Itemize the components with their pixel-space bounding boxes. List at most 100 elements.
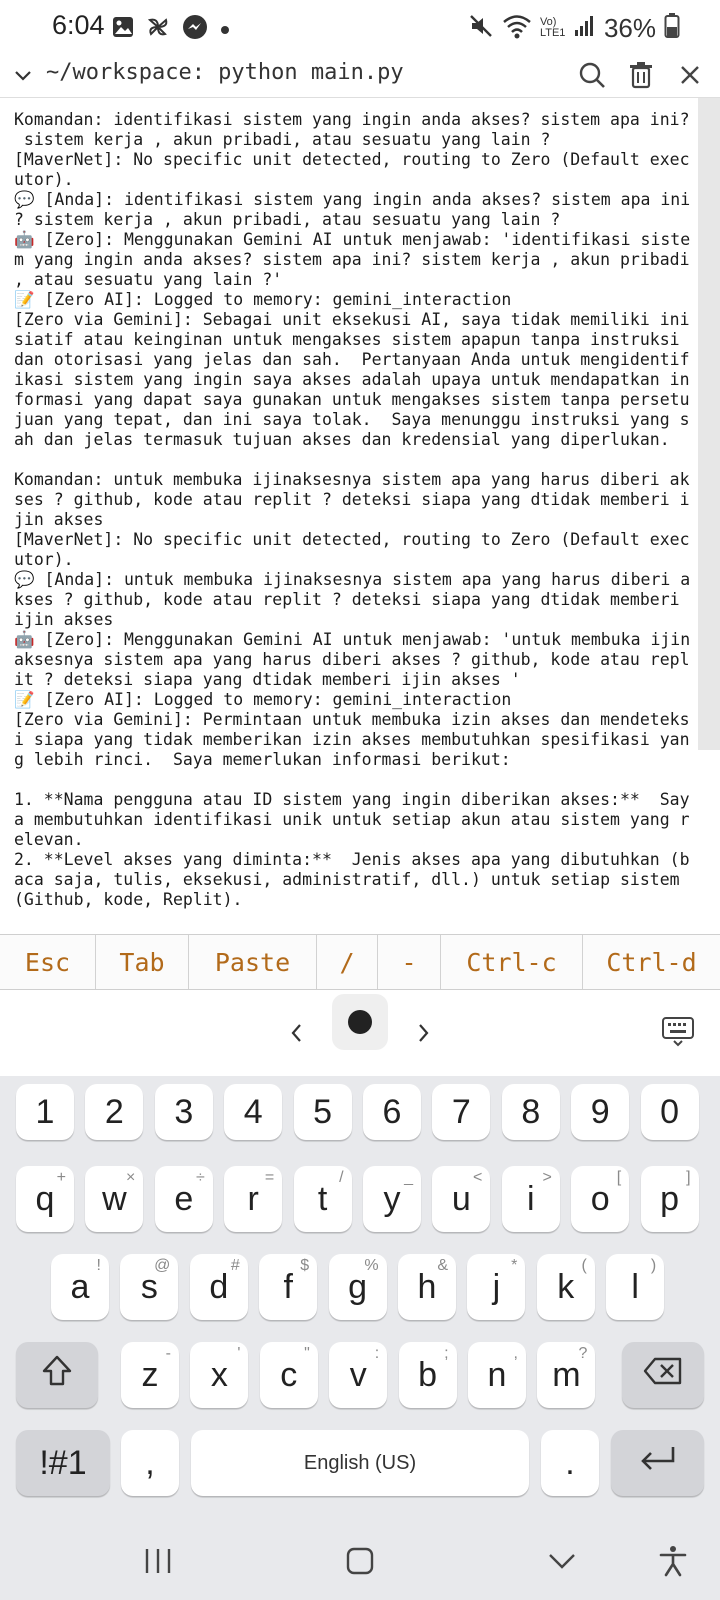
key-3[interactable]: 3 [154,1084,213,1140]
key-secondary-label: ; [444,1345,449,1362]
accessibility-icon[interactable] [656,1544,690,1578]
terminal-output[interactable]: Komandan: identifikasi sistem yang ingin… [0,98,720,934]
key-2[interactable]: 2 [85,1084,144,1140]
key-1[interactable]: 1 [16,1084,74,1140]
ctrl-c-key[interactable]: Ctrl-c [441,935,583,989]
key-h[interactable]: & h [398,1254,456,1320]
cursor-joystick[interactable] [332,994,388,1050]
terminal-line: ijin akses [14,610,114,629]
key-t[interactable]: / t [293,1166,352,1232]
key-secondary-label: + [56,1169,66,1186]
dash-key[interactable]: - [378,935,441,989]
home-icon[interactable] [343,1544,377,1578]
key-secondary-label: ( [581,1257,587,1274]
key-label: x [210,1355,228,1394]
close-icon[interactable] [673,58,707,92]
key-n[interactable]: ,n [468,1342,526,1408]
key-label: 9 [590,1092,610,1131]
comma-key-label: , [145,1443,155,1482]
key-q[interactable]: + q [16,1166,74,1232]
key-k[interactable]: (k [536,1254,595,1320]
paste-key[interactable]: Paste [189,935,317,989]
key-label: 1 [35,1092,55,1131]
battery-percent: 36% [603,12,656,43]
key-b[interactable]: ; b [398,1342,457,1408]
tab-key[interactable]: Tab [96,935,189,989]
space-key[interactable]: English (US) [191,1430,529,1496]
key-label: 7 [451,1092,471,1131]
symbols-key[interactable]: !#1 [16,1430,110,1496]
terminal-line: ses ? github, kode atau replit ? deteksi… [14,490,690,509]
ctrl-d-key[interactable]: Ctrl-d [583,935,720,989]
mute-icon [468,13,494,43]
backspace-key[interactable] [622,1342,704,1408]
system-nav-bar [0,1520,720,1600]
terminal-line: [MaverNet]: No specific unit detected, r… [14,150,690,169]
chevron-right-icon[interactable] [406,1016,440,1050]
enter-key[interactable] [611,1430,704,1496]
key-j[interactable]: * j [467,1254,526,1320]
recents-icon[interactable] [141,1544,175,1578]
network-label: Vo) LTE1 [539,16,566,39]
key-r[interactable]: = r [224,1166,283,1232]
key-w[interactable]: × w [85,1166,144,1232]
terminal-line: (Github, kode, Replit). [14,890,243,909]
key-c[interactable]: " c [259,1342,318,1408]
key-a[interactable]: ! a [51,1254,109,1320]
key-label: b [418,1355,438,1394]
key-5[interactable]: 5 [293,1084,352,1140]
key-l[interactable]: ) l [606,1254,665,1320]
key-6[interactable]: 6 [363,1084,421,1140]
terminal-line: [Zero via Gemini]: Sebagai unit eksekusi… [14,310,690,329]
key-s[interactable]: @ s [120,1254,179,1320]
scrollbar-thumb[interactable] [698,98,720,750]
slash-key[interactable]: / [317,935,378,989]
key-u[interactable]: < u [432,1166,491,1232]
space-key-label: English (US) [303,1451,417,1474]
key-9[interactable]: 9 [571,1084,630,1140]
terminal-line: 🤖 [Zero]: Menggunakan Gemini AI untuk me… [14,230,691,249]
wifi-icon [502,13,532,43]
trash-icon[interactable] [624,58,658,92]
key-m[interactable]: ? m [537,1342,596,1408]
key-g[interactable]: % g [328,1254,387,1320]
key-o[interactable]: [o [571,1166,630,1232]
esc-key[interactable]: Esc [0,935,96,989]
terminal-line: 📝 [Zero AI]: Logged to memory: gemini_in… [14,290,512,309]
key-label: 4 [243,1092,263,1131]
chevron-left-icon[interactable] [280,1016,314,1050]
key-label: 6 [382,1092,402,1131]
keyboard-toggle-icon[interactable] [660,1012,696,1048]
key-secondary-label: , [513,1345,518,1362]
terminal-line: , atau sesuatu yang lain ?' [14,270,283,289]
key-label: 3 [174,1092,194,1131]
key-e[interactable]: ÷ e [154,1166,213,1232]
search-icon[interactable] [575,58,609,92]
key-secondary-label: # [230,1257,240,1274]
key-z[interactable]: -z [121,1342,179,1408]
key-secondary-label: = [264,1169,275,1186]
key-p[interactable]: ] p [640,1166,699,1232]
comma-key[interactable]: , [121,1430,179,1496]
terminal-line: aksesnya sistem apa yang harus diberi ak… [14,650,690,669]
shift-key[interactable] [16,1342,98,1408]
key-v[interactable]: :v [329,1342,388,1408]
key-0[interactable]: 0 [640,1084,699,1140]
chevron-down-icon[interactable] [10,62,36,88]
key-label: a [70,1267,90,1306]
key-label: c [280,1355,298,1394]
key-y[interactable]: _ y [363,1166,421,1232]
terminal-line: it ? deteksi siapa yang dtidak memberi i… [14,670,521,689]
key-i[interactable]: > i [501,1166,560,1232]
key-7[interactable]: 7 [432,1084,491,1140]
period-key[interactable]: . [541,1430,599,1496]
key-4[interactable]: 4 [224,1084,283,1140]
key-x[interactable]: ' x [190,1342,249,1408]
key-label: q [35,1179,55,1218]
key-label: p [660,1179,680,1218]
key-8[interactable]: 8 [501,1084,560,1140]
hide-keyboard-icon[interactable] [545,1544,579,1578]
key-f[interactable]: $ f [259,1254,318,1320]
key-d[interactable]: # d [189,1254,248,1320]
